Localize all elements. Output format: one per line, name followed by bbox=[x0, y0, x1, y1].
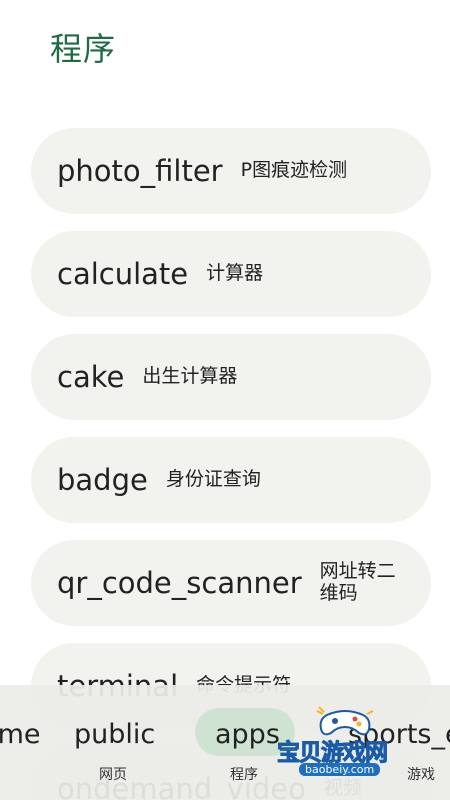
page-title: 程序 bbox=[50, 30, 117, 68]
nav-item-home[interactable]: home bbox=[0, 685, 60, 800]
app-card-photo-filter[interactable]: photo_filter P图痕迹检测 bbox=[31, 128, 431, 214]
app-name: cake bbox=[57, 360, 125, 394]
app-card-qr-code-scanner[interactable]: qr_code_scanner 网址转二维码 bbox=[31, 540, 431, 626]
header: 程序 bbox=[0, 0, 450, 100]
app-desc: 网址转二维码 bbox=[319, 560, 396, 604]
app-card-calculate[interactable]: calculate 计算器 bbox=[31, 231, 431, 317]
watermark-logo: 宝贝游戏网 baobeiy.com bbox=[275, 705, 425, 780]
watermark-url: baobeiy.com bbox=[299, 763, 381, 776]
app-desc: 出生计算器 bbox=[142, 365, 238, 388]
app-desc: 身份证查询 bbox=[165, 468, 261, 491]
nav-sub-label: 程序 bbox=[230, 767, 258, 783]
watermark-text: 宝贝游戏网 bbox=[277, 740, 389, 767]
app-card-badge[interactable]: badge 身份证查询 bbox=[31, 437, 431, 523]
nav-sub-label: 网页 bbox=[99, 767, 127, 783]
app-name: photo_filter bbox=[57, 154, 223, 188]
app-screen: 程序 photo_filter P图痕迹检测 calculate 计算器 cak… bbox=[0, 0, 450, 800]
app-name: calculate bbox=[57, 257, 189, 291]
nav-item-public[interactable]: public 网页 bbox=[60, 685, 170, 800]
app-card-cake[interactable]: cake 出生计算器 bbox=[31, 334, 431, 420]
nav-label: public bbox=[74, 719, 156, 750]
app-desc: 计算器 bbox=[206, 262, 264, 285]
nav-label: apps bbox=[215, 719, 280, 750]
app-name: qr_code_scanner bbox=[57, 566, 302, 600]
app-desc: P图痕迹检测 bbox=[240, 159, 348, 182]
app-name: badge bbox=[57, 463, 148, 497]
nav-label: home bbox=[0, 719, 41, 750]
